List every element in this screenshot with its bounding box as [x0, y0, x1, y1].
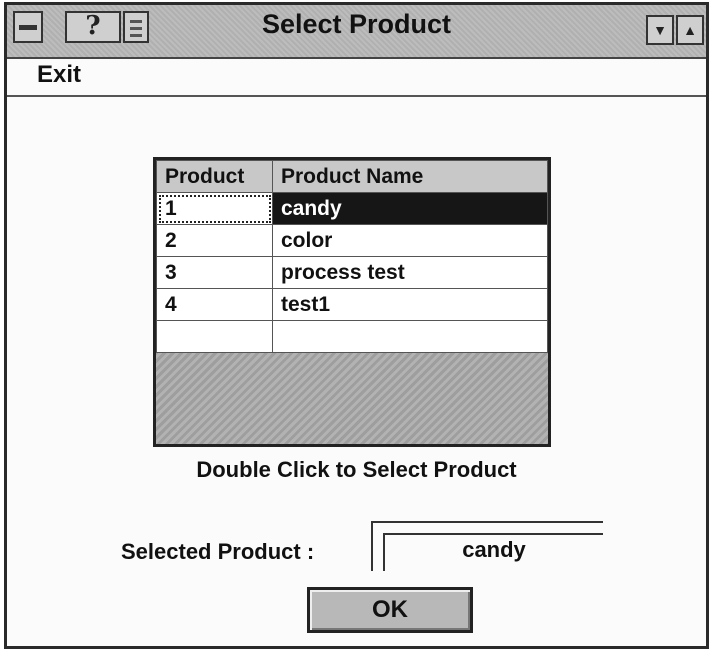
table-cell-product-id[interactable]: 1 [156, 192, 273, 225]
ok-button[interactable]: OK [307, 587, 473, 633]
selected-product-value: candy [383, 533, 603, 571]
column-header-product[interactable]: Product [156, 160, 273, 193]
select-product-window: ? Select Product ▼ ▲ Exit Product Produc… [4, 2, 709, 649]
table-row[interactable] [156, 320, 548, 353]
table-cell-product-id[interactable] [156, 320, 273, 353]
table-row[interactable]: 3 process test [156, 256, 548, 289]
table-cell-product-name[interactable]: color [272, 224, 548, 257]
table-header-row: Product Product Name [156, 160, 548, 193]
table-row[interactable]: 2 color [156, 224, 548, 257]
table-row[interactable]: 1 candy [156, 192, 548, 225]
instruction-text: Double Click to Select Product [196, 457, 517, 482]
minimize-icon[interactable]: ▼ [646, 15, 674, 45]
menu-exit[interactable]: Exit [37, 61, 81, 89]
column-header-product-name[interactable]: Product Name [272, 160, 548, 193]
table-row[interactable]: 4 test1 [156, 288, 548, 321]
table-cell-product-name[interactable] [272, 320, 548, 353]
table-cell-product-id[interactable]: 3 [156, 256, 273, 289]
menu-bar: Exit [7, 59, 706, 97]
title-bar[interactable]: ? Select Product ▼ ▲ [7, 5, 706, 59]
table-cell-product-id[interactable]: 4 [156, 288, 273, 321]
table-cell-product-name[interactable]: test1 [272, 288, 548, 321]
table-cell-product-name[interactable]: candy [272, 192, 548, 225]
product-grid[interactable]: Product Product Name 1 candy 2 color 3 p… [153, 157, 551, 447]
window-title: Select Product [261, 9, 452, 39]
table-cell-product-name[interactable]: process test [272, 256, 548, 289]
product-table: Product Product Name 1 candy 2 color 3 p… [156, 160, 548, 353]
selected-product-label: Selected Product : [121, 539, 315, 564]
table-cell-product-id[interactable]: 2 [156, 224, 273, 257]
selected-product-field: candy [371, 521, 603, 571]
maximize-icon[interactable]: ▲ [676, 15, 704, 45]
